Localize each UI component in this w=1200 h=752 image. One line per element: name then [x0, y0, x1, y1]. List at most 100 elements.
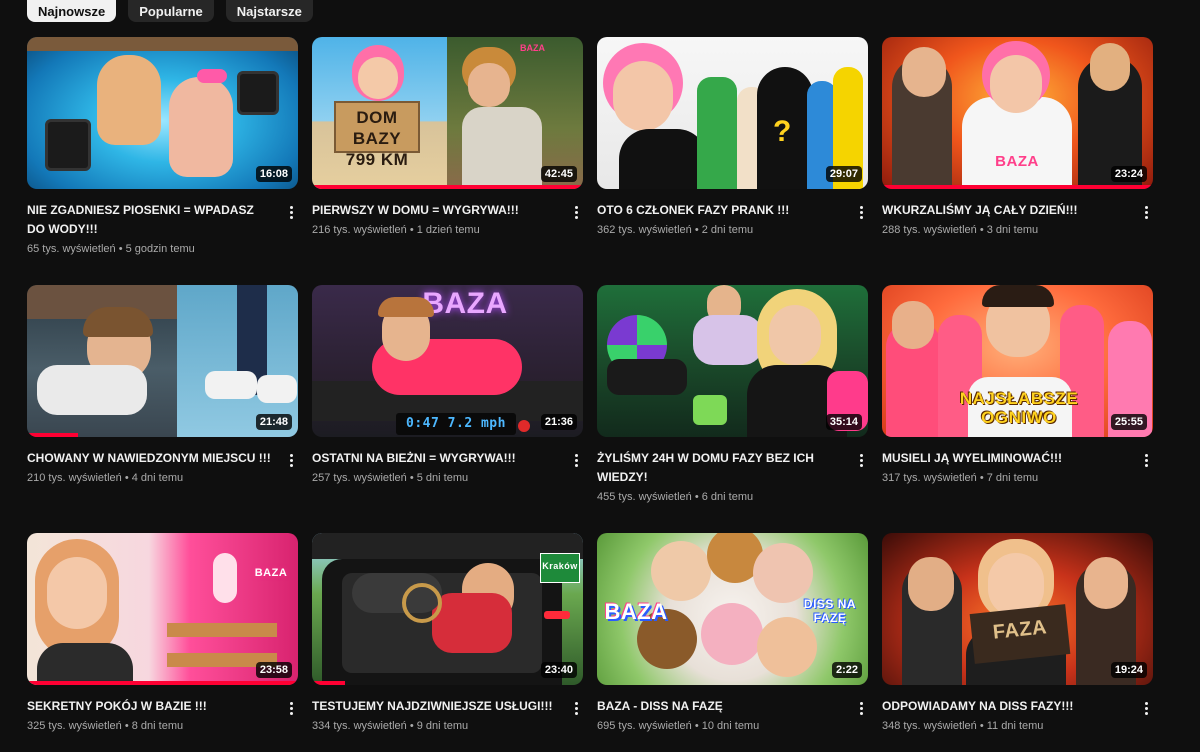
video-age: 10 dni temu — [701, 720, 760, 732]
more-vert-icon[interactable] — [1139, 202, 1153, 222]
video-stats: 695 tys. wyświetleń • 10 dni temu — [597, 720, 760, 732]
video-thumbnail[interactable]: NAJSŁABSZE OGNIWO 25:55 — [882, 285, 1153, 437]
filter-chip-oldest[interactable]: Najstarsze — [225, 0, 313, 22]
filter-chip-popular[interactable]: Popularne — [128, 0, 214, 22]
more-vert-icon[interactable] — [569, 450, 583, 470]
video-thumbnail[interactable]: BAZA 0:47 7.2 mph 21:36 — [312, 285, 583, 437]
video-age: 6 dni temu — [701, 491, 754, 503]
video-title[interactable]: OSTATNI NA BIEŻNI = WYGRYWA!!! — [312, 449, 557, 468]
watch-progress-bar — [27, 433, 79, 437]
video-age: 8 dni temu — [131, 720, 184, 732]
thumbnail-text: NAJSŁABSZE OGNIWO — [959, 389, 1079, 427]
video-duration: 16:08 — [255, 166, 292, 182]
video-age: 2 dni temu — [701, 224, 754, 236]
video-thumbnail[interactable]: 16:08 — [27, 37, 298, 189]
more-vert-icon[interactable] — [854, 202, 868, 222]
video-title[interactable]: MUSIELI JĄ WYELIMINOWAĆ!!! — [882, 449, 1127, 468]
video-stats: 348 tys. wyświetleń • 11 dni temu — [882, 720, 1044, 732]
video-stats: 210 tys. wyświetleń • 4 dni temu — [27, 472, 184, 484]
video-thumbnail[interactable]: BAZA 23:58 — [27, 533, 298, 685]
video-duration: 23:24 — [1110, 166, 1147, 182]
video-stats: 362 tys. wyświetleń • 2 dni temu — [597, 224, 754, 236]
video-views: 695 tys. wyświetleń — [597, 720, 692, 732]
video-stats: 216 tys. wyświetleń • 1 dzień temu — [312, 224, 480, 236]
video-card[interactable]: DOM BAZY 799 KM BAZA 42:45 PIERWSZY W DO… — [312, 37, 583, 285]
video-thumbnail[interactable]: FAZA 19:24 — [882, 533, 1153, 685]
video-stats: 288 tys. wyświetleń • 3 dni temu — [882, 224, 1039, 236]
video-card[interactable]: ? 29:07 OTO 6 CZŁONEK FAZY PRANK !!! 362… — [597, 37, 868, 285]
video-thumbnail[interactable]: 21:48 — [27, 285, 298, 437]
video-card[interactable]: FAZA 19:24 ODPOWIADAMY NA DISS FAZY!!! 3… — [882, 533, 1153, 752]
more-vert-icon[interactable] — [1139, 698, 1153, 718]
thumbnail-subtext: DISS NA FAZĘ — [803, 597, 857, 625]
video-age: 9 dni temu — [416, 720, 469, 732]
video-title[interactable]: OTO 6 CZŁONEK FAZY PRANK !!! — [597, 201, 842, 220]
more-vert-icon[interactable] — [569, 202, 583, 222]
video-duration: 29:07 — [825, 166, 862, 182]
video-card[interactable]: BAZA DISS NA FAZĘ 2:22 BAZA - DISS NA FA… — [597, 533, 868, 752]
video-duration: 21:48 — [255, 414, 292, 430]
video-title[interactable]: PIERWSZY W DOMU = WYGRYWA!!! — [312, 201, 557, 220]
video-title[interactable]: NIE ZGADNIESZ PIOSENKI = WPADASZ DO WODY… — [27, 201, 272, 239]
watch-progress-bar — [882, 185, 1153, 189]
thumbnail-text: BAZA — [604, 599, 668, 624]
video-age: 11 dni temu — [986, 720, 1044, 732]
video-stats: 334 tys. wyświetleń • 9 dni temu — [312, 720, 469, 732]
video-title[interactable]: BAZA - DISS NA FAZĘ — [597, 697, 842, 716]
video-thumbnail[interactable]: 35:14 — [597, 285, 868, 437]
more-vert-icon[interactable] — [854, 450, 868, 470]
video-card[interactable]: NAJSŁABSZE OGNIWO 25:55 MUSIELI JĄ WYELI… — [882, 285, 1153, 533]
video-title[interactable]: WKURZALIŚMY JĄ CAŁY DZIEŃ!!! — [882, 201, 1127, 220]
video-thumbnail[interactable]: BAZA DISS NA FAZĘ 2:22 — [597, 533, 868, 685]
video-card[interactable]: 35:14 ŻYLIŚMY 24H W DOMU FAZY BEZ ICH WI… — [597, 285, 868, 533]
video-title[interactable]: SEKRETNY POKÓJ W BAZIE !!! — [27, 697, 272, 716]
video-grid: 16:08 NIE ZGADNIESZ PIOSENKI = WPADASZ D… — [27, 37, 1157, 752]
thumbnail-text: DOM BAZY 799 KM — [345, 108, 409, 169]
video-thumbnail[interactable]: Kraków 23:40 — [312, 533, 583, 685]
video-views: 288 tys. wyświetleń — [882, 224, 977, 236]
watch-progress-bar — [312, 681, 345, 685]
video-duration: 42:45 — [540, 166, 577, 182]
more-vert-icon[interactable] — [569, 698, 583, 718]
video-views: 455 tys. wyświetleń — [597, 491, 692, 503]
more-vert-icon[interactable] — [284, 202, 298, 222]
video-views: 257 tys. wyświetleń — [312, 472, 407, 484]
video-age: 3 dni temu — [986, 224, 1039, 236]
video-title[interactable]: TESTUJEMY NAJDZIWNIEJSZE USŁUGI!!! — [312, 697, 557, 716]
video-card[interactable]: 16:08 NIE ZGADNIESZ PIOSENKI = WPADASZ D… — [27, 37, 298, 285]
more-vert-icon[interactable] — [284, 450, 298, 470]
video-title[interactable]: ODPOWIADAMY NA DISS FAZY!!! — [882, 697, 1127, 716]
filter-chips: Najnowsze Popularne Najstarsze — [27, 0, 313, 22]
video-stats: 257 tys. wyświetleń • 5 dni temu — [312, 472, 469, 484]
video-thumbnail[interactable]: BAZA 23:24 — [882, 37, 1153, 189]
video-age: 5 godzin temu — [125, 243, 195, 255]
video-title[interactable]: CHOWANY W NAWIEDZONYM MIEJSCU !!! — [27, 449, 272, 468]
filter-chip-newest[interactable]: Najnowsze — [27, 0, 117, 22]
watch-progress-bar — [27, 681, 298, 685]
video-age: 5 dni temu — [416, 472, 469, 484]
thumbnail-image: BAZA DISS NA FAZĘ — [597, 533, 868, 685]
video-card[interactable]: BAZA 0:47 7.2 mph 21:36 OSTATNI NA BIEŻN… — [312, 285, 583, 533]
video-age: 7 dni temu — [986, 472, 1039, 484]
video-title[interactable]: ŻYLIŚMY 24H W DOMU FAZY BEZ ICH WIEDZY! — [597, 449, 842, 487]
video-stats: 65 tys. wyświetleń • 5 godzin temu — [27, 243, 195, 255]
more-vert-icon[interactable] — [1139, 450, 1153, 470]
video-card[interactable]: 21:48 CHOWANY W NAWIEDZONYM MIEJSCU !!! … — [27, 285, 298, 533]
video-card[interactable]: Kraków 23:40 TESTUJEMY NAJDZIWNIEJSZE US… — [312, 533, 583, 752]
more-vert-icon[interactable] — [854, 698, 868, 718]
video-thumbnail[interactable]: DOM BAZY 799 KM BAZA 42:45 — [312, 37, 583, 189]
video-card[interactable]: BAZA 23:58 SEKRETNY POKÓJ W BAZIE !!! 32… — [27, 533, 298, 752]
video-stats: 455 tys. wyświetleń • 6 dni temu — [597, 491, 754, 503]
more-vert-icon[interactable] — [284, 698, 298, 718]
video-views: 210 tys. wyświetleń — [27, 472, 122, 484]
video-duration: 23:58 — [255, 662, 292, 678]
video-duration: 21:36 — [540, 414, 577, 430]
video-card[interactable]: BAZA 23:24 WKURZALIŚMY JĄ CAŁY DZIEŃ!!! … — [882, 37, 1153, 285]
thumbnail-text: Kraków — [542, 561, 578, 571]
video-duration: 2:22 — [831, 662, 862, 678]
treadmill-display: 0:47 7.2 mph — [406, 416, 506, 431]
video-stats: 325 tys. wyświetleń • 8 dni temu — [27, 720, 184, 732]
video-views: 348 tys. wyświetleń — [882, 720, 977, 732]
video-thumbnail[interactable]: ? 29:07 — [597, 37, 868, 189]
video-duration: 25:55 — [1110, 414, 1147, 430]
